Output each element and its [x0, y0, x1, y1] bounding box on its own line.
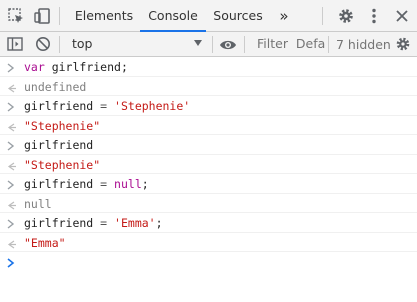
token: girlfriend — [24, 138, 94, 152]
console-text: "Emma" — [24, 236, 66, 250]
token: "Emma" — [24, 235, 66, 250]
clear-console-icon[interactable] — [34, 35, 52, 53]
tab-console[interactable]: Console — [140, 0, 206, 32]
context-selector[interactable]: top — [64, 33, 210, 55]
tab-elements[interactable]: Elements — [70, 0, 138, 32]
tab-elements-label: Elements — [74, 8, 134, 23]
result-arrow-icon — [4, 236, 18, 250]
console-input-line: girlfriend = 'Stephenie' — [0, 96, 417, 116]
inspect-element-icon[interactable] — [6, 6, 26, 26]
close-icon[interactable] — [392, 6, 412, 26]
settings-gear-icon[interactable] — [336, 6, 356, 26]
toolbar-divider — [244, 36, 245, 53]
console-result-line: "Emma" — [0, 233, 417, 252]
kebab-menu-icon[interactable] — [364, 6, 384, 26]
console-result-line: undefined — [0, 77, 417, 96]
prompt-chevron-icon — [4, 255, 18, 274]
input-chevron-icon — [4, 216, 18, 230]
console-result-line: null — [0, 194, 417, 213]
tab-sources-label: Sources — [213, 8, 263, 23]
tab-console-label: Console — [148, 8, 198, 23]
toolbar-divider — [328, 36, 329, 53]
toolbar-divider — [212, 36, 213, 53]
token: 'Emma' — [114, 216, 156, 230]
console-text: girlfriend = 'Stephenie' — [24, 99, 190, 113]
console-result-line: "Stephenie" — [0, 116, 417, 135]
token: girlfriend — [24, 99, 101, 113]
tab-sources[interactable]: Sources — [208, 0, 268, 32]
more-tabs-button[interactable]: » — [272, 0, 296, 32]
console-input-line: girlfriend = null; — [0, 174, 417, 194]
token: ; — [141, 177, 149, 191]
token: null — [24, 196, 52, 211]
token: girlfriend — [24, 177, 101, 191]
console-result-line: "Stephenie" — [0, 155, 417, 174]
console-input-line: girlfriend — [0, 135, 417, 155]
input-chevron-icon — [4, 138, 18, 152]
result-arrow-icon — [4, 158, 18, 172]
console-input-line: var girlfriend; — [0, 57, 417, 77]
console-text: undefined — [24, 80, 86, 94]
console-settings-gear-icon[interactable] — [394, 35, 412, 53]
token: 'Stephenie' — [114, 99, 191, 113]
context-label: top — [72, 36, 93, 51]
filter-input[interactable]: Filter Default levels — [252, 36, 326, 53]
console-prompt[interactable] — [0, 252, 417, 274]
console-output: var girlfriend; undefined girlfriend = 'St… — [0, 57, 417, 274]
device-toolbar-icon[interactable] — [32, 6, 52, 26]
result-arrow-icon — [4, 80, 18, 94]
console-text: girlfriend = null; — [24, 177, 149, 191]
console-text: girlfriend — [24, 138, 93, 152]
console-text: "Stephenie" — [24, 158, 100, 172]
token: undefined — [24, 79, 87, 94]
console-text: girlfriend = 'Emma'; — [24, 216, 163, 230]
token: var — [24, 60, 45, 74]
live-expression-eye-icon[interactable] — [219, 36, 237, 54]
sidebar-toggle-icon[interactable] — [6, 35, 24, 53]
input-chevron-icon — [4, 99, 18, 113]
filter-placeholder: Filter Default levels — [257, 36, 326, 51]
token: girlfriend; — [44, 60, 128, 74]
console-text: var girlfriend; — [24, 60, 128, 74]
console-text: null — [24, 197, 52, 211]
input-chevron-icon — [4, 177, 18, 191]
result-arrow-icon — [4, 119, 18, 133]
console-text: "Stephenie" — [24, 119, 100, 133]
token: girlfriend — [24, 216, 101, 230]
token: ; — [155, 216, 163, 230]
toolbar-divider — [59, 36, 60, 53]
toolbar-divider — [322, 7, 323, 25]
token: null — [114, 177, 142, 191]
result-arrow-icon — [4, 197, 18, 211]
console-toolbar: top Filter Default levels 7 hidden — [0, 32, 417, 57]
hidden-messages-count: 7 hidden — [336, 37, 391, 52]
devtools-tab-bar: Elements Console Sources » — [0, 0, 417, 32]
toolbar-divider — [59, 7, 60, 25]
chevron-down-icon — [194, 40, 202, 46]
token: "Stephenie" — [24, 118, 101, 133]
console-input-line: girlfriend = 'Emma'; — [0, 213, 417, 233]
token: "Stephenie" — [24, 157, 101, 172]
input-chevron-icon — [4, 60, 18, 74]
more-tabs-icon: » — [279, 7, 289, 25]
